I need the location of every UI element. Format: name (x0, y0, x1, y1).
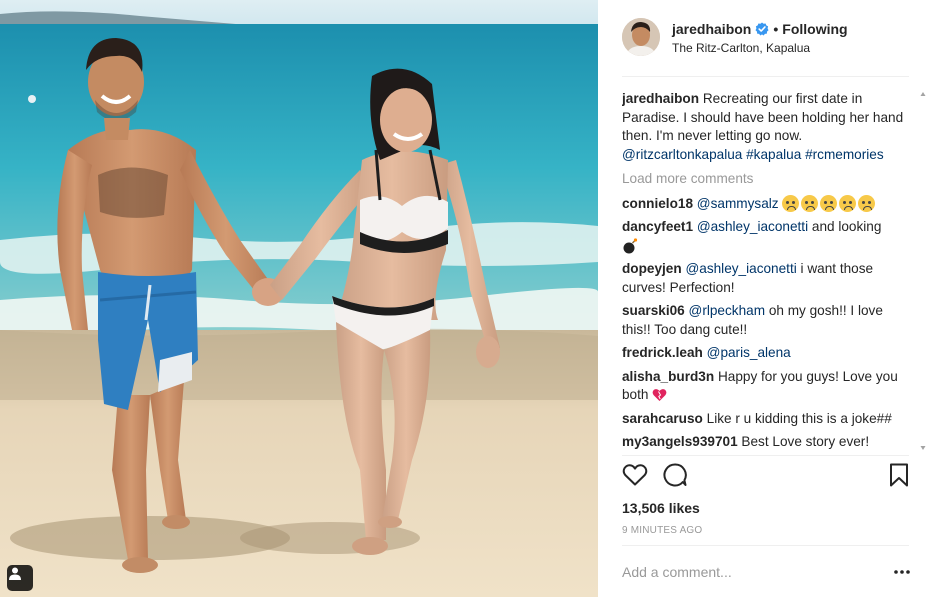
comment-author[interactable]: alisha_burd3n (622, 369, 714, 384)
comment-text: and looking (811, 219, 882, 234)
post-side-panel: jaredhaibon • Following The Ritz-Carlton… (598, 0, 929, 597)
comment-author[interactable]: suarski06 (622, 303, 685, 318)
comment-author[interactable]: fredrick.leah (622, 345, 703, 360)
comment-item: sarahcaruso Like r u kidding this is a j… (622, 410, 907, 429)
header-divider (622, 76, 909, 77)
username-link[interactable]: jaredhaibon (672, 21, 751, 37)
comment-author[interactable]: my3angels939701 (622, 434, 738, 449)
verified-badge-icon (755, 22, 769, 36)
post-header: jaredhaibon • Following The Ritz-Carlton… (622, 18, 912, 60)
separator-dot: • (773, 21, 779, 37)
action-bar (622, 462, 912, 492)
heart-emoji (652, 389, 667, 402)
comment-item: my3angels939701 Best Love story ever! (622, 433, 907, 452)
comments-scrollbar[interactable] (920, 90, 926, 452)
post-photo[interactable] (0, 0, 598, 597)
comment-author[interactable]: dancyfeet1 (622, 219, 693, 234)
comment-text: Best Love story ever! (741, 434, 870, 449)
bomb-emoji (623, 238, 638, 254)
crying-face-emoji-group (782, 195, 876, 213)
crying-face-emoji (839, 195, 857, 213)
comment-item: dopeyjen @ashley_iaconetti i want those … (622, 260, 907, 297)
tagged-user-icon[interactable] (7, 565, 33, 591)
caption: jaredhaibon Recreating our first date in… (622, 90, 907, 164)
caption-author[interactable]: jaredhaibon (622, 91, 699, 106)
comment-author[interactable]: connielo18 (622, 196, 693, 211)
crying-face-emoji (782, 195, 800, 213)
comment-mention[interactable]: @paris_alena (707, 345, 791, 360)
comment-mention[interactable]: @rlpeckham (689, 303, 766, 318)
avatar[interactable] (622, 18, 660, 56)
bookmark-icon[interactable] (886, 462, 912, 488)
crying-face-emoji (858, 195, 876, 213)
comment-mention[interactable]: @ashley_iaconetti (685, 261, 796, 276)
crying-face-emoji (820, 195, 838, 213)
ellipsis-icon[interactable] (893, 564, 911, 580)
comment-author[interactable]: dopeyjen (622, 261, 682, 276)
load-more-comments-button[interactable]: Load more comments (622, 170, 907, 189)
comment-text: Like r u kidding this is a joke## (706, 410, 892, 426)
post-timestamp[interactable]: 9 MINUTES AGO (622, 525, 702, 536)
comment-item: connielo18 @sammysalz (622, 195, 907, 214)
comment-mention[interactable]: @sammysalz (697, 196, 779, 211)
comment-item: alisha_burd3n Happy for you guys! Love y… (622, 368, 907, 405)
comments-list[interactable]: jaredhaibon Recreating our first date in… (622, 90, 907, 452)
comment-item: suarski06 @rlpeckham oh my gosh!! I love… (622, 302, 907, 339)
comment-item: dancyfeet1 @ashley_iaconetti and looking (622, 218, 907, 255)
comment-item: fredrick.leah @paris_alena (622, 344, 907, 363)
comments-divider (622, 455, 909, 456)
following-button[interactable]: Following (782, 21, 847, 37)
location-link[interactable]: The Ritz-Carlton, Kapalua (672, 41, 810, 55)
beach-photo-illustration (0, 0, 598, 597)
likes-count[interactable]: 13,506 likes (622, 500, 700, 516)
footer-divider (622, 545, 909, 546)
crying-face-emoji (801, 195, 819, 213)
heart-outline-icon[interactable] (622, 462, 648, 488)
comment-author[interactable]: sarahcaruso (622, 411, 703, 426)
comment-mention[interactable]: @ashley_iaconetti (697, 219, 808, 234)
add-comment-input[interactable] (622, 562, 862, 582)
speech-bubble-icon[interactable] (662, 462, 688, 488)
caption-tags[interactable]: @ritzcarltonkapalua #kapalua #rcmemories (622, 147, 884, 162)
user-line: jaredhaibon • Following (672, 21, 848, 37)
